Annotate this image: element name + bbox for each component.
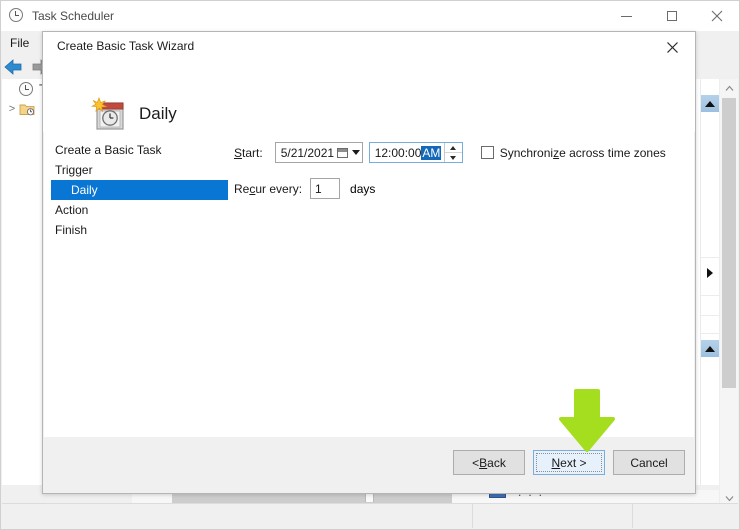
- start-time-input[interactable]: 12:00:00 AM: [368, 142, 463, 163]
- back-button[interactable]: [1, 57, 27, 77]
- form-area: Start: 5/21/2021 12:00:00 AM Synchronize…: [234, 142, 684, 199]
- dialog-titlebar: Create Basic Task Wizard: [43, 32, 695, 62]
- start-label: Start:: [234, 145, 263, 160]
- chevron-up-icon: [725, 85, 733, 91]
- minimize-icon: [621, 15, 632, 17]
- wizard-step-daily[interactable]: Daily: [51, 180, 228, 200]
- scroll-thumb[interactable]: [722, 98, 736, 388]
- maximize-icon: [666, 11, 677, 21]
- recur-value: 1: [315, 181, 322, 196]
- spinner-updown-icon[interactable]: [443, 143, 462, 162]
- wizard-step-list: Create a Basic Task Trigger Daily Action…: [51, 140, 228, 240]
- clock-icon: [19, 81, 35, 97]
- dialog-title: Create Basic Task Wizard: [57, 39, 195, 53]
- statusbar: [2, 503, 738, 528]
- start-time-value: 12:00:00: [374, 145, 422, 160]
- cancel-button[interactable]: Cancel: [613, 450, 685, 475]
- window-vertical-scrollbar[interactable]: [719, 79, 738, 507]
- menu-item-file[interactable]: File: [1, 33, 38, 53]
- wizard-step-finish[interactable]: Finish: [51, 220, 228, 240]
- dialog-close-button[interactable]: [650, 32, 695, 62]
- pane-scroll-up-button-2[interactable]: [701, 340, 719, 357]
- triangle-up-icon: [705, 100, 715, 107]
- start-time-ampm[interactable]: AM: [421, 145, 442, 160]
- recur-every-row: Recur every: 1 days: [234, 178, 684, 199]
- start-row: Start: 5/21/2021 12:00:00 AM Synchronize…: [234, 142, 684, 163]
- folder-clock-icon: [19, 102, 35, 116]
- pane-scroll-up-button-1[interactable]: [701, 95, 719, 112]
- pane-scrollbar[interactable]: [700, 79, 719, 485]
- close-button[interactable]: [694, 1, 739, 31]
- back-button[interactable]: < Back: [453, 450, 525, 475]
- close-icon: [711, 10, 722, 22]
- calendar-icon: [337, 147, 349, 158]
- minimize-button[interactable]: [604, 1, 649, 31]
- date-picker-dropdown[interactable]: [334, 143, 362, 162]
- recur-unit-label: days: [350, 181, 376, 196]
- window-title: Task Scheduler: [32, 9, 115, 23]
- triangle-right-icon: [707, 267, 713, 278]
- status-divider-2: [632, 504, 633, 528]
- chevron-down-icon: [351, 150, 360, 155]
- dialog-button-row: < Back Next > Cancel: [453, 450, 685, 475]
- close-icon: [667, 41, 678, 53]
- spinner-down-button[interactable]: [445, 153, 462, 162]
- recur-every-input[interactable]: 1: [310, 178, 341, 199]
- green-down-arrow-annotation: [556, 389, 618, 453]
- wizard-step-action[interactable]: Action: [51, 200, 228, 220]
- recur-label: Recur every:: [234, 181, 303, 196]
- spinner-up-button[interactable]: [445, 143, 462, 152]
- status-divider: [472, 504, 473, 528]
- wizard-step-trigger[interactable]: Trigger: [51, 160, 228, 180]
- expander-icon[interactable]: >: [5, 103, 19, 115]
- calendar-clock-star-icon: [88, 94, 130, 136]
- window-controls: [604, 1, 739, 31]
- window-titlebar: Task Scheduler: [1, 1, 739, 31]
- chevron-down-icon: [725, 495, 733, 501]
- synchronize-across-time-zones-row[interactable]: Synchronize across time zones: [480, 145, 666, 160]
- wizard-step-create-a-basic-task[interactable]: Create a Basic Task: [51, 140, 228, 160]
- synchronize-checkbox[interactable]: [480, 146, 494, 159]
- pane-expand-right-button[interactable]: [701, 264, 719, 281]
- clock-icon: [9, 8, 25, 24]
- dialog-header: Daily: [43, 62, 695, 132]
- dialog-heading: Daily: [139, 104, 177, 123]
- start-date-input[interactable]: 5/21/2021: [274, 142, 363, 163]
- scroll-up-button[interactable]: [720, 79, 738, 97]
- start-date-value: 5/21/2021: [280, 145, 335, 160]
- next-button[interactable]: Next >: [533, 450, 605, 475]
- maximize-button[interactable]: [649, 1, 694, 31]
- back-arrow-icon: [4, 59, 22, 75]
- synchronize-label: Synchronize across time zones: [499, 145, 666, 160]
- triangle-up-icon: [705, 345, 715, 352]
